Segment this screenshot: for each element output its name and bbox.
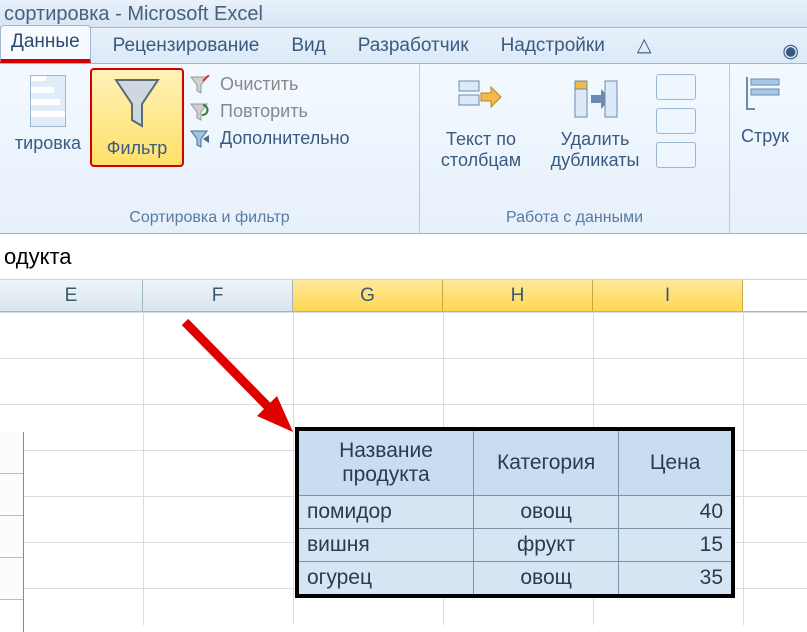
worksheet-grid[interactable]: Название продукта Категория Цена помидор… [0,312,807,625]
text-to-columns-button[interactable]: Текст по столбцам [426,68,536,178]
window-title: сортировка - Microsoft Excel [0,0,807,28]
consolidate-button[interactable] [656,108,696,134]
cell-price[interactable]: 40 [619,496,733,529]
help-icon[interactable]: ◉ [782,40,799,63]
group-icon [745,75,785,120]
title-text: сортировка - Microsoft Excel [4,3,263,25]
whatif-button[interactable] [656,142,696,168]
left-rows-stub [0,432,24,632]
sort-label: тировка [15,133,81,154]
group-data-tools-caption: Работа с данными [426,207,723,231]
cell-cat[interactable]: фрукт [473,529,618,562]
cell-cat[interactable]: овощ [473,496,618,529]
ribbon: тировка Фильтр Очистить [0,64,807,234]
formula-bar[interactable]: одукта [0,234,807,280]
table-row[interactable]: вишня фрукт 15 [297,529,733,562]
tab-addins[interactable]: Надстройки [491,30,615,63]
cell-name[interactable]: помидор [297,496,473,529]
collapse-icon[interactable]: △ [627,29,662,63]
text-to-columns-icon [457,75,505,123]
data-tools-small [654,68,698,174]
ribbon-tabs: Данные Рецензирование Вид Разработчик На… [0,28,807,64]
clear-icon [188,75,212,95]
sort-icon [30,75,66,127]
advanced-icon [188,129,212,149]
group-sort-filter-caption: Сортировка и фильтр [6,207,413,231]
col-header-I[interactable]: I [593,280,743,311]
group-outline: Струк [730,64,800,233]
tab-developer[interactable]: Разработчик [348,30,479,63]
remove-duplicates-icon [571,75,619,123]
filter-button[interactable]: Фильтр [90,68,184,167]
group-button[interactable]: Струк [733,68,797,154]
tab-view[interactable]: Вид [281,30,335,63]
col-header-E[interactable]: E [0,280,143,311]
tab-data[interactable]: Данные [0,25,91,63]
table-header-name[interactable]: Название продукта [297,429,473,496]
cell-price[interactable]: 35 [619,562,733,597]
cell-cat[interactable]: овощ [473,562,618,597]
col-header-F[interactable]: F [143,280,293,311]
cell-name[interactable]: вишня [297,529,473,562]
cell-name[interactable]: огурец [297,562,473,597]
reapply-button[interactable]: Повторить [188,101,350,122]
table-header-price[interactable]: Цена [619,429,733,496]
filter-actions: Очистить Повторить Дополнительно [184,68,354,155]
clear-button[interactable]: Очистить [188,74,350,95]
group-sort-filter: тировка Фильтр Очистить [0,64,420,233]
table-header-category[interactable]: Категория [473,429,618,496]
col-header-H[interactable]: H [443,280,593,311]
tab-review[interactable]: Рецензирование [103,30,270,63]
group-data-tools: Текст по столбцам Удалить дубликаты [420,64,730,233]
table-row[interactable]: помидор овощ 40 [297,496,733,529]
formula-text: одукта [4,244,72,270]
advanced-button[interactable]: Дополнительно [188,128,350,149]
col-header-G[interactable]: G [293,280,443,311]
funnel-icon [112,76,162,132]
cell-price[interactable]: 15 [619,529,733,562]
remove-duplicates-button[interactable]: Удалить дубликаты [536,68,654,178]
table-row[interactable]: огурец овощ 35 [297,562,733,597]
filter-label: Фильтр [107,138,167,159]
data-validation-button[interactable] [656,74,696,100]
sort-button[interactable]: тировка [6,68,90,161]
reapply-icon [188,102,212,122]
data-table[interactable]: Название продукта Категория Цена помидор… [295,427,735,598]
column-headers: E F G H I [0,280,807,312]
